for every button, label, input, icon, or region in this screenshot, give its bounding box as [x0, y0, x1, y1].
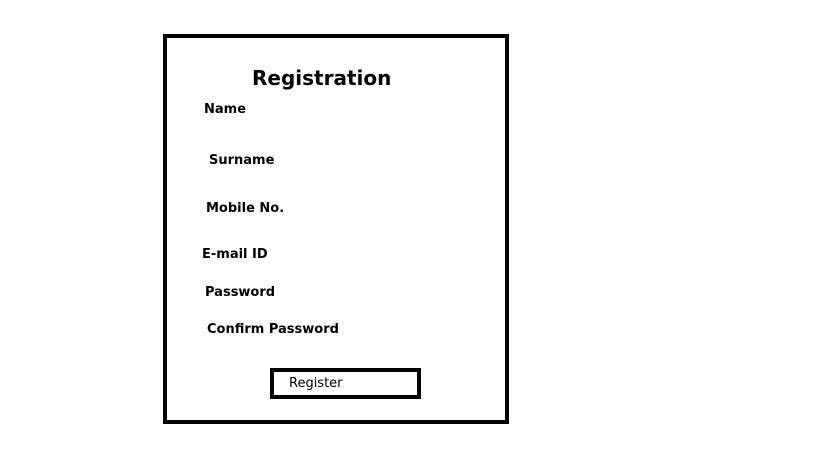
register-button[interactable]: Register: [270, 368, 421, 399]
password-label: Password: [205, 285, 276, 300]
email-label: E-mail ID: [202, 247, 268, 262]
form-title: Registration: [252, 66, 392, 90]
registration-form: Registration Name Surname Mobile No. E-m…: [163, 34, 509, 424]
confirm-password-label: Confirm Password: [207, 322, 339, 337]
mobile-label: Mobile No.: [206, 201, 285, 216]
surname-label: Surname: [209, 153, 275, 168]
name-label: Name: [204, 102, 247, 117]
